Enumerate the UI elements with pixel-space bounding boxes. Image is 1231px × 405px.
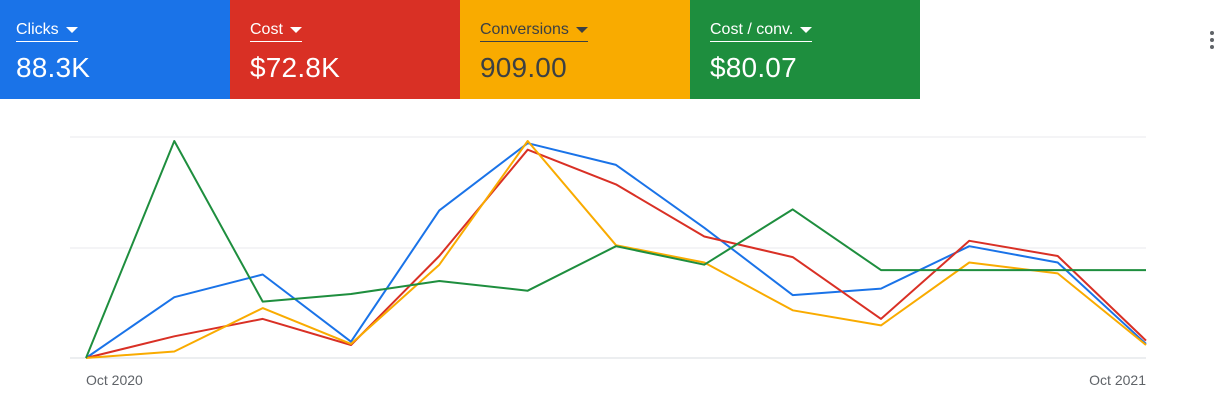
- performance-overview: Oct 2020 Oct 2021 Clicks 88.3K Cost $72.…: [0, 0, 1231, 405]
- caret-down-icon: [800, 27, 813, 33]
- more-dot: [1210, 31, 1214, 35]
- metric-value: 909.00: [480, 52, 567, 83]
- metric-dropdown-conversions[interactable]: Conversions: [480, 20, 588, 42]
- metric-tiles: Clicks 88.3K Cost $72.8K Conversions 909…: [0, 0, 920, 99]
- metric-dropdown-cost-per-conversion[interactable]: Cost / conv.: [710, 20, 813, 42]
- series-lines: [85, 140, 1147, 359]
- caret-down-icon: [65, 27, 78, 33]
- metric-value: $80.07: [710, 52, 797, 83]
- caret-down-icon: [289, 27, 302, 33]
- metric-label: Cost / conv.: [710, 21, 794, 38]
- metric-value: $72.8K: [250, 52, 340, 83]
- metric-value: 88.3K: [16, 52, 91, 83]
- more-dot: [1210, 38, 1214, 42]
- metric-tile-clicks[interactable]: Clicks 88.3K: [0, 0, 230, 99]
- metric-dropdown-cost[interactable]: Cost: [250, 20, 302, 42]
- metric-tile-cost[interactable]: Cost $72.8K: [230, 0, 460, 99]
- more-options-icon[interactable]: [1202, 26, 1222, 54]
- x-tick-label-start: Oct 2020: [86, 372, 143, 388]
- series-line-clicks: [85, 142, 1147, 359]
- more-dot: [1210, 45, 1214, 49]
- metric-label: Cost: [250, 21, 283, 38]
- caret-down-icon: [575, 27, 588, 33]
- metric-tile-cost-per-conversion[interactable]: Cost / conv. $80.07: [690, 0, 920, 99]
- x-tick-label-end: Oct 2021: [1089, 372, 1146, 388]
- metric-label: Clicks: [16, 21, 59, 38]
- metric-tile-conversions[interactable]: Conversions 909.00: [460, 0, 690, 99]
- series-line-cost: [85, 148, 1147, 359]
- metric-dropdown-clicks[interactable]: Clicks: [16, 20, 78, 42]
- metric-label: Conversions: [480, 21, 569, 38]
